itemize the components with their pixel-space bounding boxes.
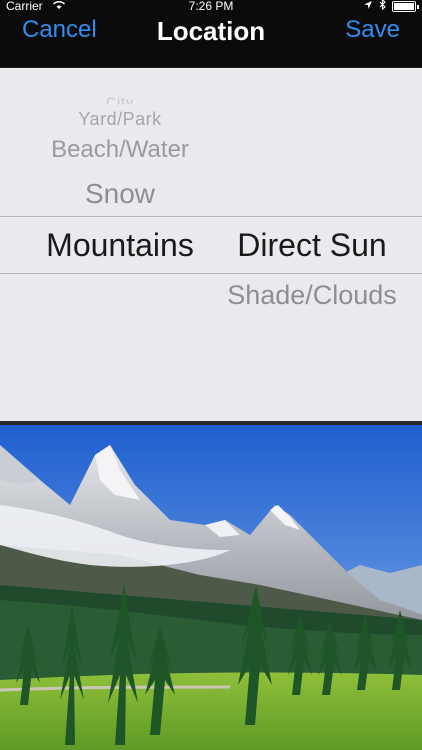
picker-option-mountains-selected[interactable]: Mountains [20,227,220,264]
picker-option-direct-sun-selected[interactable]: Direct Sun [212,227,412,264]
location-photo [0,425,422,750]
picker-option-shade-clouds[interactable]: Shade/Clouds [212,280,412,311]
status-time: 7:26 PM [188,0,234,13]
battery-icon [392,0,419,12]
picker-selection-bottom-line [0,273,422,274]
mountain-landscape-image [0,425,422,750]
status-bar: Carrier 7:26 PM [0,0,422,14]
location-arrow-icon [363,0,373,13]
location-picker[interactable]: City Yard/Park Beach/Water Snow Mountain… [0,68,422,423]
picker-option-beach-water[interactable]: Beach/Water [20,136,220,164]
save-button[interactable]: Save [345,16,400,44]
picker-option-snow[interactable]: Snow [20,178,220,210]
picker-selection-top-line [0,216,422,217]
bluetooth-icon [379,0,386,13]
picker-option-yard-park[interactable]: Yard/Park [20,109,220,130]
picker-option-city[interactable]: City [20,94,220,104]
